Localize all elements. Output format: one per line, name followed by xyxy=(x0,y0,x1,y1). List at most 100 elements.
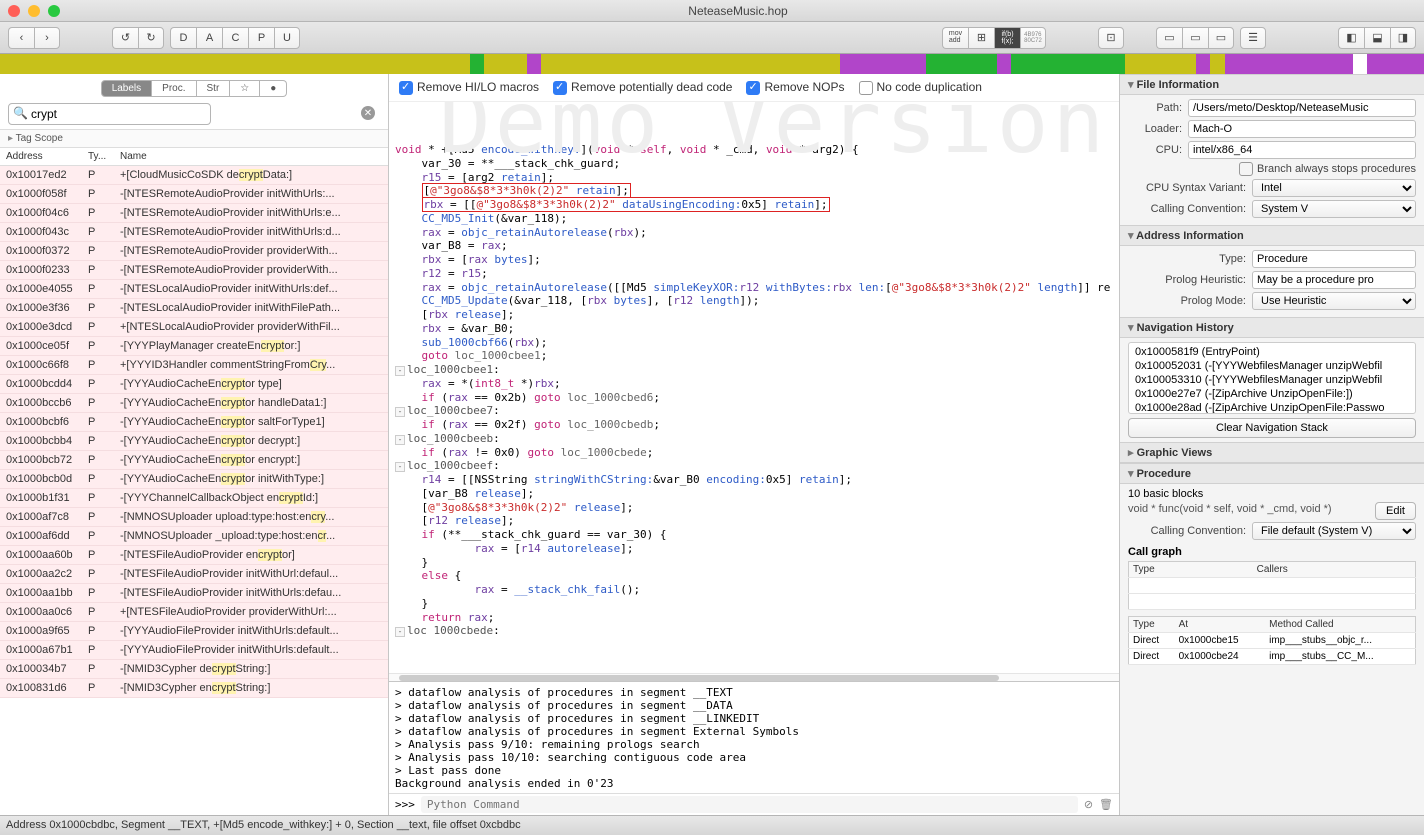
panel1-icon[interactable]: ▭ xyxy=(1156,27,1182,49)
input-cpu[interactable] xyxy=(1188,141,1416,159)
section-addr-info[interactable]: Address Information xyxy=(1120,225,1424,246)
section-nav-history[interactable]: Navigation History xyxy=(1120,317,1424,338)
undo-button[interactable]: ↺ xyxy=(112,27,138,49)
symbol-row[interactable]: 0x1000aa0c6P+[NTESFileAudioProvider prov… xyxy=(0,603,388,622)
opt-no-dup[interactable]: No code duplication xyxy=(859,80,982,95)
call-row[interactable]: Direct0x1000cbe24imp___stubs__CC_M... xyxy=(1129,649,1416,665)
symbol-row[interactable]: 0x1000c66f8P+[YYYID3Handler commentStrin… xyxy=(0,356,388,375)
tab-0[interactable]: Labels xyxy=(101,80,152,97)
section-file-info[interactable]: File Information xyxy=(1120,74,1424,95)
redo-button[interactable]: ↻ xyxy=(138,27,164,49)
symbol-row[interactable]: 0x100034b7P-[NMID3Cypher decryptString:] xyxy=(0,660,388,679)
symbol-row[interactable]: 0x1000f043cP-[NTESRemoteAudioProvider in… xyxy=(0,223,388,242)
tab-1[interactable]: Proc. xyxy=(152,80,196,97)
panel4-icon[interactable]: ☰ xyxy=(1240,27,1266,49)
opt-remove-hilo[interactable]: Remove HI/LO macros xyxy=(399,80,539,95)
symbol-row[interactable]: 0x1000f0233P-[NTESRemoteAudioProvider pr… xyxy=(0,261,388,280)
symbol-row[interactable]: 0x1000af6ddP-[NMNOSUploader _upload:type… xyxy=(0,527,388,546)
callers-table[interactable]: TypeCallers xyxy=(1128,561,1416,610)
input-path[interactable] xyxy=(1188,99,1416,117)
close-icon[interactable] xyxy=(8,5,20,17)
tag-scope[interactable]: Tag Scope xyxy=(0,129,388,148)
symbol-row[interactable]: 0x1000f0372P-[NTESRemoteAudioProvider pr… xyxy=(0,242,388,261)
clear-log-icon[interactable]: ⊘ xyxy=(1084,798,1093,811)
movadd-button[interactable]: movadd xyxy=(942,27,968,49)
symbol-row[interactable]: 0x1000bccb6P-[YYYAudioCacheEncryptor han… xyxy=(0,394,388,413)
navigation-map[interactable] xyxy=(0,54,1424,74)
col-name[interactable]: Name xyxy=(120,151,382,162)
mode-a-button[interactable]: A xyxy=(196,27,222,49)
nav-history-item[interactable]: 0x1000e27e7 (-[ZipArchive UnzipOpenFile:… xyxy=(1129,387,1415,401)
input-prolog[interactable] xyxy=(1252,271,1416,289)
symbol-row[interactable]: 0x1000a67b1P-[YYYAudioFileProvider initW… xyxy=(0,641,388,660)
symbol-row[interactable]: 0x1000bcbb4P-[YYYAudioCacheEncryptor dec… xyxy=(0,432,388,451)
symbol-row[interactable]: 0x1000e4055P-[NTESLocalAudioProvider ini… xyxy=(0,280,388,299)
tab-4[interactable]: ● xyxy=(260,80,287,97)
mode-d-button[interactable]: D xyxy=(170,27,196,49)
symbol-row[interactable]: 0x1000af7c8P-[NMNOSUploader upload:type:… xyxy=(0,508,388,527)
call-row[interactable]: Direct0x1000cbe15imp___stubs__objc_r... xyxy=(1129,633,1416,649)
symbol-row[interactable]: 0x1000ce05fP-[YYYPlayManager createEncry… xyxy=(0,337,388,356)
select-cc2[interactable]: File default (System V) xyxy=(1252,522,1416,540)
select-syntax[interactable]: Intel xyxy=(1252,179,1416,197)
col-address[interactable]: Address xyxy=(6,151,88,162)
symbol-row[interactable]: 0x1000aa60bP-[NTESFileAudioProvider encr… xyxy=(0,546,388,565)
nav-history-item[interactable]: 0x1000e28ad (-[ZipArchive UnzipOpenFile:… xyxy=(1129,401,1415,414)
symbol-row[interactable]: 0x1000aa1bbP-[NTESFileAudioProvider init… xyxy=(0,584,388,603)
symbol-row[interactable]: 0x1000aa2c2P-[NTESFileAudioProvider init… xyxy=(0,565,388,584)
symbol-row[interactable]: 0x1000e3dcdP+[NTESLocalAudioProvider pro… xyxy=(0,318,388,337)
zoom-icon[interactable] xyxy=(48,5,60,17)
branch-checkbox[interactable]: Branch always stops procedures xyxy=(1257,163,1416,175)
col-type[interactable]: Ty... xyxy=(88,151,120,162)
calls-table[interactable]: TypeAtMethod CalledDirect0x1000cbe15imp_… xyxy=(1128,616,1416,665)
horizontal-scrollbar[interactable] xyxy=(389,673,1119,681)
left-panel-icon[interactable]: ◧ xyxy=(1338,27,1364,49)
hex-icon[interactable]: 4B97680C72 xyxy=(1020,27,1046,49)
tab-2[interactable]: Str xyxy=(197,80,231,97)
bottom-panel-icon[interactable]: ⬓ xyxy=(1364,27,1390,49)
opt-remove-nops[interactable]: Remove NOPs xyxy=(746,80,844,95)
symbol-row[interactable]: 0x1000e3f36P-[NTESLocalAudioProvider ini… xyxy=(0,299,388,318)
symbol-row[interactable]: 0x1000b1f31P-[YYYChannelCallbackObject e… xyxy=(0,489,388,508)
mode-p-button[interactable]: P xyxy=(248,27,274,49)
section-procedure[interactable]: Procedure xyxy=(1120,463,1424,484)
tab-3[interactable]: ☆ xyxy=(230,80,260,97)
symbol-row[interactable]: 0x100831d6P-[NMID3Cypher encryptString:] xyxy=(0,679,388,698)
symbol-row[interactable]: 0x1000f058fP-[NTESRemoteAudioProvider in… xyxy=(0,185,388,204)
symbol-row[interactable]: 0x1000f04c6P-[NTESRemoteAudioProvider in… xyxy=(0,204,388,223)
symbol-row[interactable]: 0x10017ed2P+[CloudMusicCoSDK decryptData… xyxy=(0,166,388,185)
trash-icon[interactable]: 🗑 xyxy=(1099,798,1113,811)
symbol-row[interactable]: 0x1000bcb0dP-[YYYAudioCacheEncryptor ini… xyxy=(0,470,388,489)
search-input[interactable] xyxy=(8,103,211,125)
mode-u-button[interactable]: U xyxy=(274,27,300,49)
minimize-icon[interactable] xyxy=(28,5,40,17)
graph-icon[interactable]: ⊞ xyxy=(968,27,994,49)
input-type[interactable] xyxy=(1252,250,1416,268)
nav-history-item[interactable]: 0x100053310 (-[YYYWebfilesManager unzipW… xyxy=(1129,373,1415,387)
clear-search-icon[interactable]: ✕ xyxy=(361,106,375,120)
symbol-row[interactable]: 0x1000bcdd4P-[YYYAudioCacheEncryptor typ… xyxy=(0,375,388,394)
back-button[interactable]: ‹ xyxy=(8,27,34,49)
clear-nav-button[interactable]: Clear Navigation Stack xyxy=(1128,418,1416,438)
select-callconv[interactable]: System V xyxy=(1252,200,1416,218)
forward-button[interactable]: › xyxy=(34,27,60,49)
opt-remove-dead[interactable]: Remove potentially dead code xyxy=(553,80,732,95)
ifelse-icon[interactable]: if(b)f(x); xyxy=(994,27,1020,49)
select-pmode[interactable]: Use Heuristic xyxy=(1252,292,1416,310)
mode-c-button[interactable]: C xyxy=(222,27,248,49)
panel3-icon[interactable]: ▭ xyxy=(1208,27,1234,49)
cpu-icon[interactable]: ⊡ xyxy=(1098,27,1124,49)
nav-history-item[interactable]: 0x1000581f9 (EntryPoint) xyxy=(1129,345,1415,359)
section-graphic-views[interactable]: Graphic Views xyxy=(1120,442,1424,463)
edit-button[interactable]: Edit xyxy=(1375,502,1416,520)
right-panel-icon[interactable]: ◨ xyxy=(1390,27,1416,49)
python-command-input[interactable] xyxy=(421,796,1078,813)
input-loader[interactable] xyxy=(1188,120,1416,138)
nav-history-list[interactable]: 0x1000581f9 (EntryPoint)0x100052031 (-[Y… xyxy=(1128,342,1416,414)
symbol-list[interactable]: 0x10017ed2P+[CloudMusicCoSDK decryptData… xyxy=(0,166,388,815)
code-view[interactable]: Demo Version void * +[Md5 encode_withkey… xyxy=(389,102,1119,673)
symbol-row[interactable]: 0x1000a9f65P-[YYYAudioFileProvider initW… xyxy=(0,622,388,641)
symbol-row[interactable]: 0x1000bcbf6P-[YYYAudioCacheEncryptor sal… xyxy=(0,413,388,432)
panel2-icon[interactable]: ▭ xyxy=(1182,27,1208,49)
symbol-row[interactable]: 0x1000bcb72P-[YYYAudioCacheEncryptor enc… xyxy=(0,451,388,470)
